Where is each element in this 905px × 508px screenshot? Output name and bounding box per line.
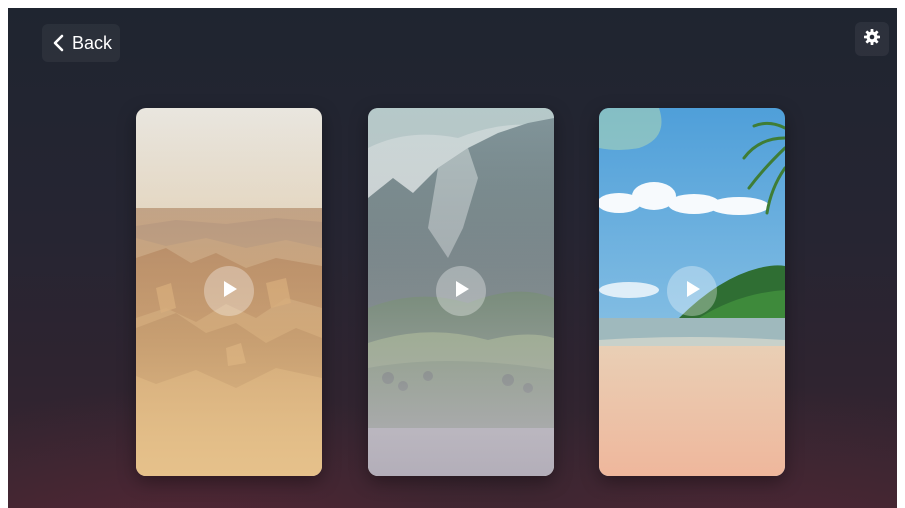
play-icon [218, 278, 240, 305]
gear-icon [863, 28, 881, 51]
play-icon [681, 278, 703, 305]
settings-button[interactable] [855, 22, 889, 56]
play-icon [450, 278, 472, 305]
scene-card-canyon[interactable] [136, 108, 322, 476]
scene-card-mountain-valley[interactable] [368, 108, 554, 476]
scene-card-tropical-beach[interactable] [599, 108, 785, 476]
play-button[interactable] [436, 266, 486, 316]
app-screen: Back [8, 8, 897, 508]
play-button[interactable] [667, 266, 717, 316]
back-button[interactable]: Back [42, 24, 120, 62]
play-button[interactable] [204, 266, 254, 316]
back-label: Back [71, 32, 113, 53]
chevron-left-icon [50, 33, 68, 53]
